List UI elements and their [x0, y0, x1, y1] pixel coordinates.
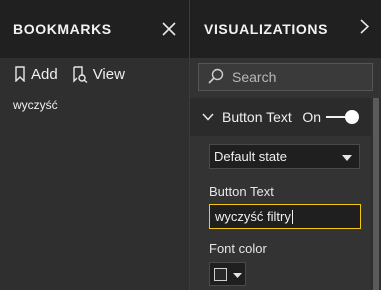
bookmarks-toolbar: Add View — [0, 58, 189, 90]
scrollbar-thumb[interactable] — [373, 98, 379, 290]
state-dropdown-value: Default state — [214, 149, 287, 164]
add-label: Add — [31, 65, 58, 83]
search-placeholder: Search — [232, 69, 277, 85]
toggle-switch[interactable] — [326, 110, 359, 124]
caret-down-icon — [342, 149, 352, 164]
visualizations-title: VISUALIZATIONS — [204, 21, 329, 37]
search-input[interactable]: Search — [198, 63, 373, 91]
view-bookmark-button[interactable]: View — [72, 66, 125, 83]
section-label: Button Text — [222, 109, 292, 125]
chevron-down-icon[interactable] — [202, 108, 214, 126]
font-color-picker[interactable] — [209, 262, 246, 286]
button-text-label: Button Text — [209, 184, 274, 199]
close-icon[interactable] — [161, 21, 177, 37]
bookmarks-header: BOOKMARKS — [0, 0, 189, 58]
button-text-input[interactable]: wyczyść filtry — [209, 204, 361, 229]
visualizations-pane: VISUALIZATIONS Search Button Text On Def… — [190, 0, 381, 290]
section-toggle[interactable]: On — [302, 109, 359, 125]
state-dropdown[interactable]: Default state — [209, 144, 360, 169]
color-swatch — [214, 267, 227, 281]
bookmarks-pane: BOOKMARKS Add View wyczyść — [0, 0, 189, 290]
bookmarks-title: BOOKMARKS — [13, 21, 112, 37]
search-icon — [208, 68, 224, 87]
toggle-knob — [345, 110, 359, 124]
button-text-section-header[interactable]: Button Text On — [190, 98, 371, 136]
caret-down-icon — [233, 265, 242, 283]
view-label: View — [92, 65, 125, 83]
font-color-label: Font color — [209, 241, 267, 256]
bookmark-view-icon — [72, 65, 88, 83]
bookmark-icon — [14, 66, 26, 82]
toggle-label: On — [302, 109, 321, 125]
chevron-right-icon[interactable] — [360, 19, 370, 39]
scrollbar[interactable] — [371, 98, 381, 290]
visualizations-header: VISUALIZATIONS — [190, 0, 381, 58]
button-text-value: wyczyść filtry — [215, 209, 291, 224]
add-bookmark-button[interactable]: Add — [14, 66, 58, 83]
bookmark-item[interactable]: wyczyść — [0, 90, 189, 120]
text-cursor — [291, 209, 293, 224]
